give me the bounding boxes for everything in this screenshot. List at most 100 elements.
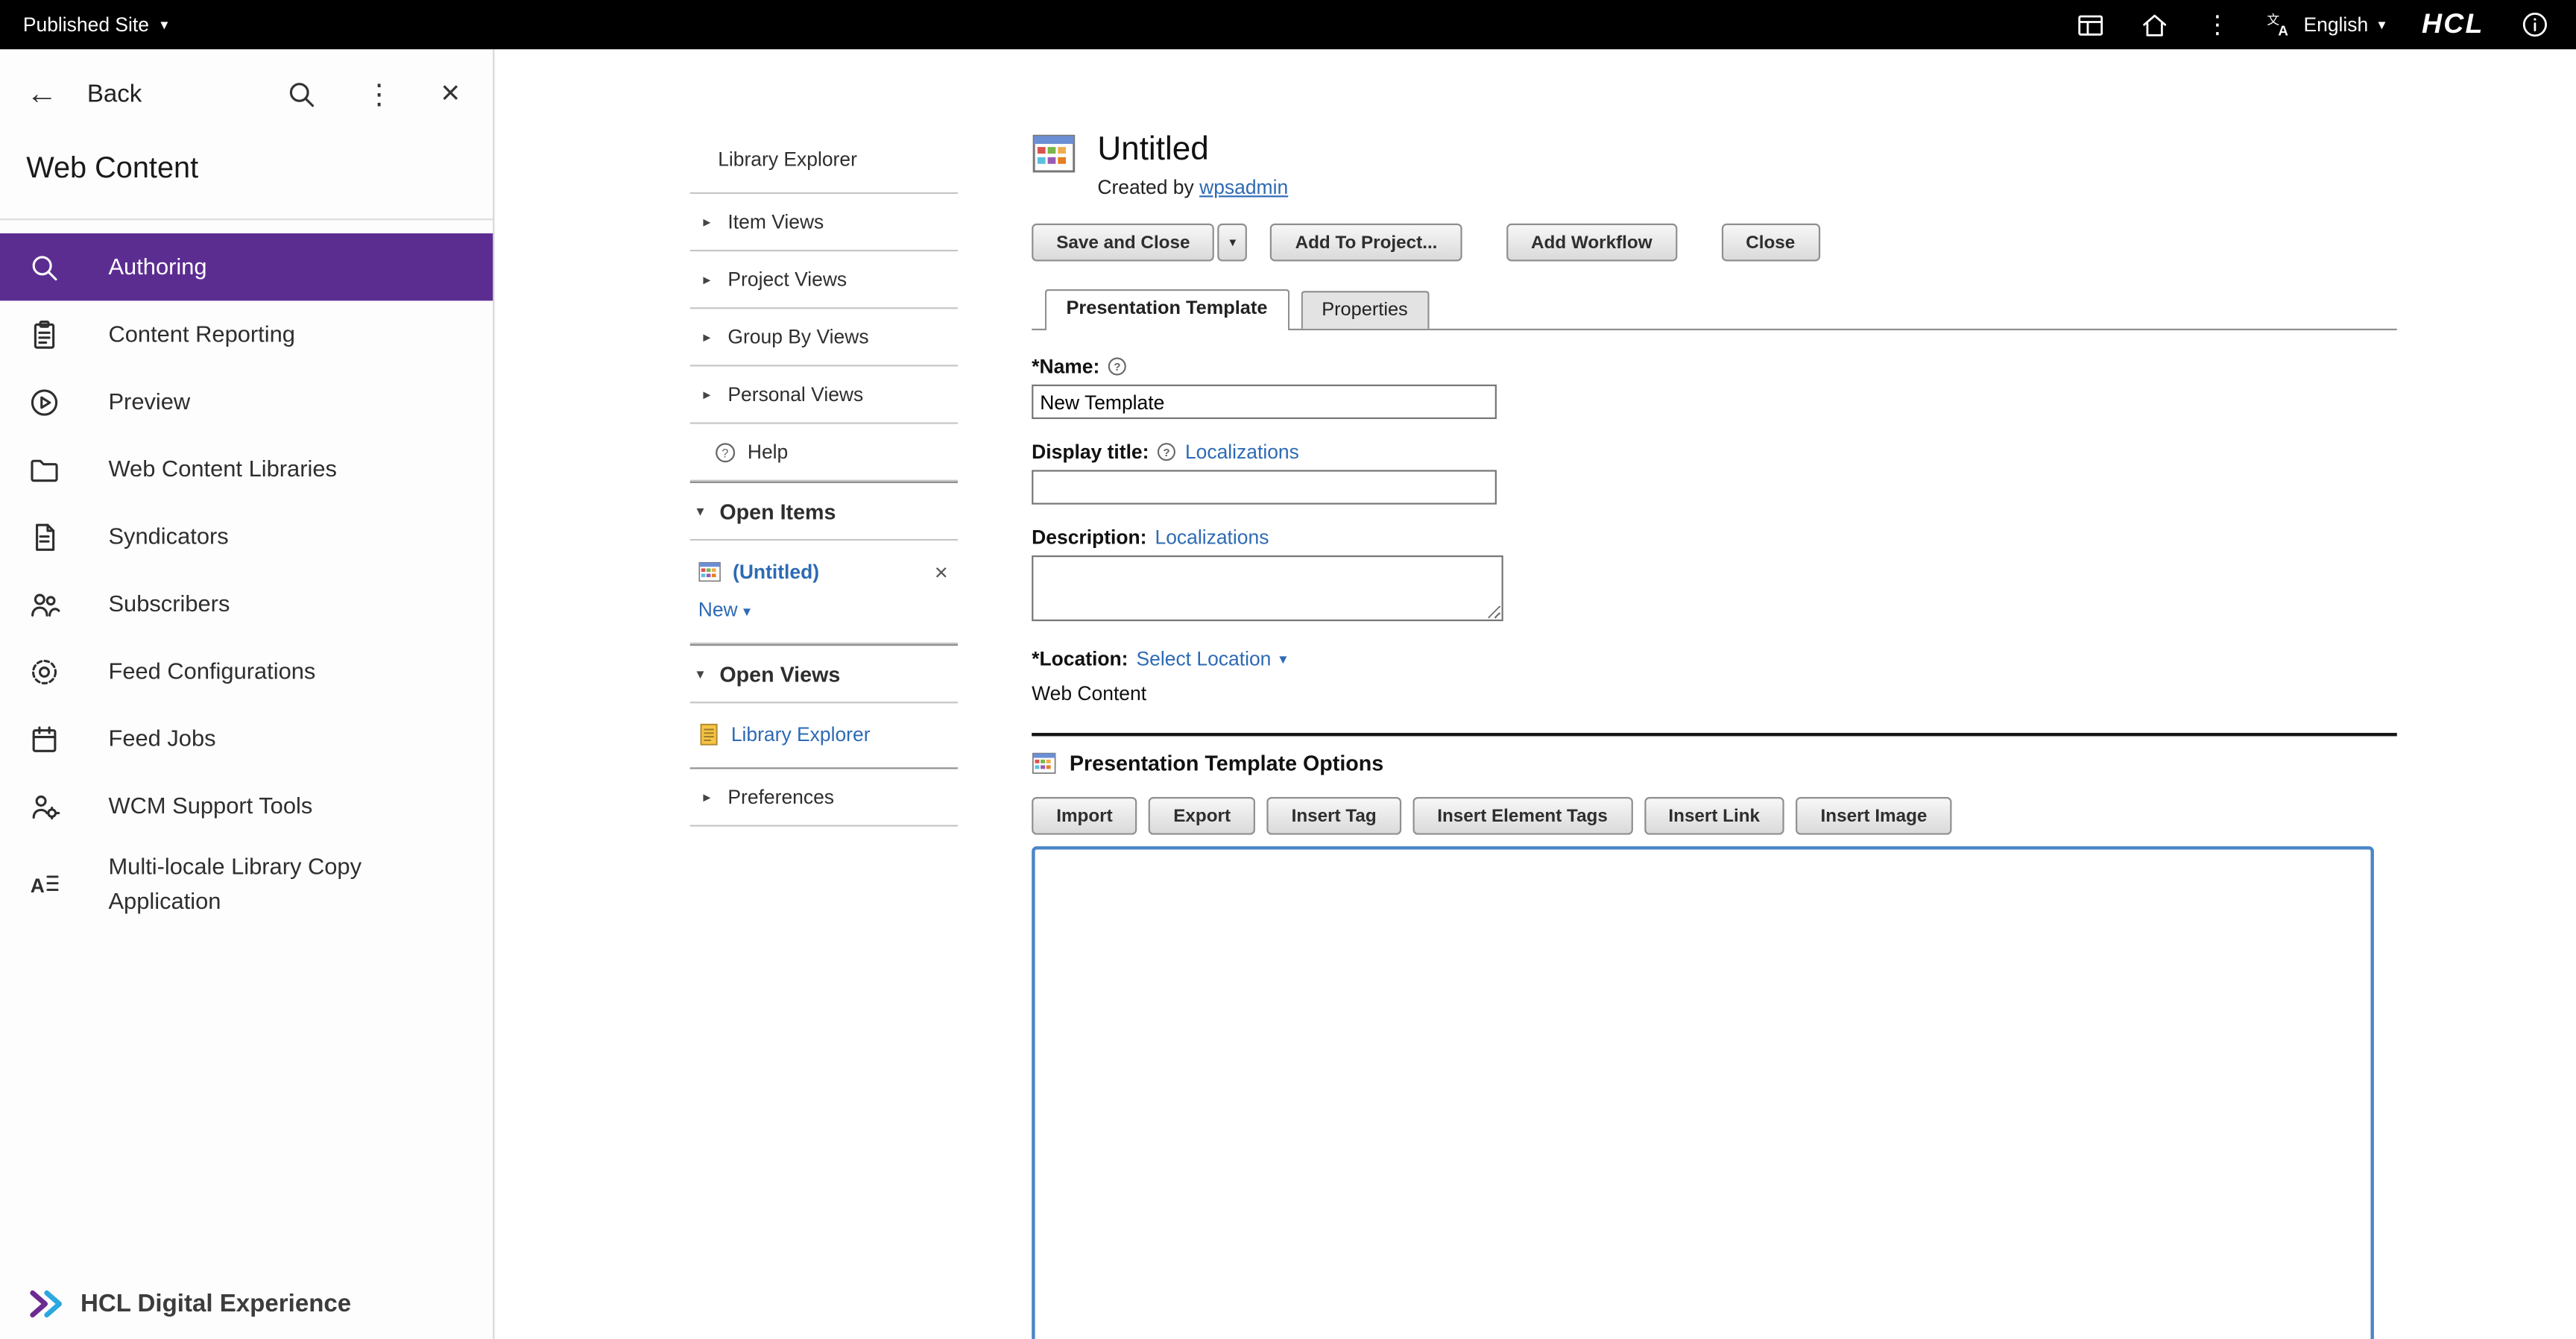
help-icon[interactable]: ?	[1157, 442, 1176, 461]
section-divider	[1032, 733, 2397, 736]
caret-down-icon: ▾	[160, 17, 168, 32]
topbar: Published Site ▾ ⋮ 文 A English	[0, 0, 2576, 49]
select-location-link[interactable]: Select Location	[1137, 647, 1272, 670]
close-icon[interactable]: ×	[935, 561, 948, 584]
template-form: *Name: ? Display title: ? Localizations	[1032, 355, 2397, 705]
explorer-title[interactable]: Library Explorer	[690, 145, 958, 194]
sidebar-item-multi-locale-library-copy[interactable]: A Multi-locale Library Copy Application	[0, 839, 493, 927]
explorer-preferences[interactable]: ▸ Preferences	[690, 769, 958, 827]
insert-link-button[interactable]: Insert Link	[1644, 797, 1784, 835]
clipboard-icon	[26, 318, 62, 350]
page-icon	[698, 723, 720, 746]
save-and-close-button[interactable]: Save and Close	[1032, 224, 1214, 262]
open-item-untitled[interactable]: (Untitled) ×	[690, 541, 958, 588]
editor-toolbar: Import Export Insert Tag Insert Element …	[1032, 797, 2397, 835]
sidebar-item-content-reporting[interactable]: Content Reporting	[0, 300, 493, 368]
help-icon: ?	[715, 441, 736, 463]
svg-text:A: A	[2279, 22, 2289, 37]
back-label[interactable]: Back	[87, 80, 142, 107]
explorer-item-views[interactable]: ▸ Item Views	[690, 194, 958, 251]
magnifier-icon	[26, 251, 62, 283]
author-link[interactable]: wpsadmin	[1199, 176, 1288, 199]
sidebar-item-subscribers[interactable]: Subscribers	[0, 570, 493, 637]
close-icon[interactable]: ×	[441, 78, 460, 110]
sidebar-item-web-content-libraries[interactable]: Web Content Libraries	[0, 435, 493, 502]
display-title-localizations-link[interactable]: Localizations	[1185, 441, 1299, 464]
sidebar-item-preview[interactable]: Preview	[0, 368, 493, 435]
collapsed-arrow-icon: ▸	[703, 212, 716, 230]
app-window: Published Site ▾ ⋮ 文 A English	[0, 0, 2576, 1339]
gear-icon	[26, 655, 62, 687]
svg-text:?: ?	[1114, 361, 1121, 374]
svg-text:?: ?	[722, 446, 728, 459]
open-view-library-explorer[interactable]: Library Explorer	[690, 703, 958, 769]
home-icon[interactable]	[2141, 10, 2168, 38]
sidebar-item-syndicators[interactable]: Syndicators	[0, 502, 493, 570]
insert-element-tags-button[interactable]: Insert Element Tags	[1412, 797, 1632, 835]
options-header: Presentation Template Options	[1032, 751, 2397, 775]
insert-image-button[interactable]: Insert Image	[1796, 797, 1951, 835]
add-workflow-button[interactable]: Add Workflow	[1506, 224, 1677, 262]
sidebar-item-wcm-support-tools[interactable]: WCM Support Tools	[0, 772, 493, 839]
expanded-arrow-icon: ▾	[697, 666, 710, 684]
open-item-new-menu[interactable]: New ▾	[690, 588, 958, 644]
tab-properties[interactable]: Properties	[1301, 291, 1430, 329]
save-options-caret-button[interactable]: ▾	[1218, 224, 1248, 262]
name-input[interactable]	[1032, 385, 1497, 419]
translate-list-icon: A	[26, 867, 62, 900]
topbar-actions: ⋮ 文 A English ▾ HCL	[2077, 8, 2576, 41]
svg-text:A: A	[31, 874, 45, 896]
kebab-menu-icon[interactable]: ⋮	[365, 80, 393, 107]
people-icon	[26, 587, 62, 620]
sidebar-item-feed-jobs[interactable]: Feed Jobs	[0, 705, 493, 772]
explorer-open-items-header[interactable]: ▾ Open Items	[690, 482, 958, 541]
explorer-help[interactable]: ? Help	[690, 424, 958, 482]
folder-icon	[26, 453, 62, 485]
location-value: Web Content	[1032, 682, 2397, 705]
add-to-project-button[interactable]: Add To Project...	[1271, 224, 1462, 262]
expanded-arrow-icon: ▾	[697, 502, 710, 520]
page-title: Untitled	[1097, 131, 1288, 169]
caret-down-icon: ▾	[743, 603, 751, 620]
search-icon[interactable]	[286, 78, 318, 110]
language-label: English	[2303, 13, 2368, 37]
presentation-template-icon	[698, 561, 722, 584]
close-button[interactable]: Close	[1721, 224, 1819, 262]
insert-tag-button[interactable]: Insert Tag	[1267, 797, 1401, 835]
help-icon[interactable]: ?	[1108, 356, 1127, 376]
template-markup-editor[interactable]	[1032, 846, 2374, 1339]
explorer-group-by-views[interactable]: ▸ Group By Views	[690, 309, 958, 366]
name-label: *Name:	[1032, 355, 1099, 378]
tab-bar: Presentation Template Properties	[1032, 289, 2397, 330]
sidebar-item-feed-configurations[interactable]: Feed Configurations	[0, 637, 493, 705]
display-title-input[interactable]	[1032, 470, 1497, 504]
sidebar-item-authoring[interactable]: Authoring	[0, 233, 493, 300]
document-icon	[26, 520, 62, 553]
sidebar-divider	[0, 218, 493, 220]
kebab-menu-icon[interactable]: ⋮	[2205, 13, 2229, 37]
description-label: Description:	[1032, 526, 1146, 549]
collapsed-arrow-icon: ▸	[703, 271, 716, 289]
explorer-personal-views[interactable]: ▸ Personal Views	[690, 367, 958, 424]
collapsed-arrow-icon: ▸	[703, 788, 716, 806]
description-textarea[interactable]	[1032, 555, 1503, 621]
caret-down-icon[interactable]: ▾	[1279, 650, 1287, 668]
collapsed-arrow-icon: ▸	[703, 328, 716, 346]
export-button[interactable]: Export	[1149, 797, 1255, 835]
description-localizations-link[interactable]: Localizations	[1155, 526, 1269, 549]
presentation-template-icon	[1032, 751, 1056, 775]
explorer-project-views[interactable]: ▸ Project Views	[690, 251, 958, 309]
site-manager-icon[interactable]	[2077, 10, 2104, 38]
created-by-line: Created by wpsadmin	[1097, 176, 1288, 199]
language-selector[interactable]: 文 A English ▾	[2266, 10, 2386, 38]
main-content: Untitled Created by wpsadmin Save and Cl…	[1032, 131, 2397, 1339]
svg-text:?: ?	[1164, 447, 1170, 459]
sidebar-nav: Authoring Content Reporting Preview Web …	[0, 233, 493, 927]
explorer-open-views-header[interactable]: ▾ Open Views	[690, 644, 958, 703]
info-icon[interactable]	[2520, 10, 2550, 40]
import-button[interactable]: Import	[1032, 797, 1137, 835]
sidebar-header: ← Back ⋮ ×	[0, 49, 493, 138]
tab-presentation-template[interactable]: Presentation Template	[1045, 289, 1289, 330]
site-selector[interactable]: Published Site ▾	[0, 13, 168, 37]
back-arrow-icon[interactable]: ←	[26, 78, 57, 110]
